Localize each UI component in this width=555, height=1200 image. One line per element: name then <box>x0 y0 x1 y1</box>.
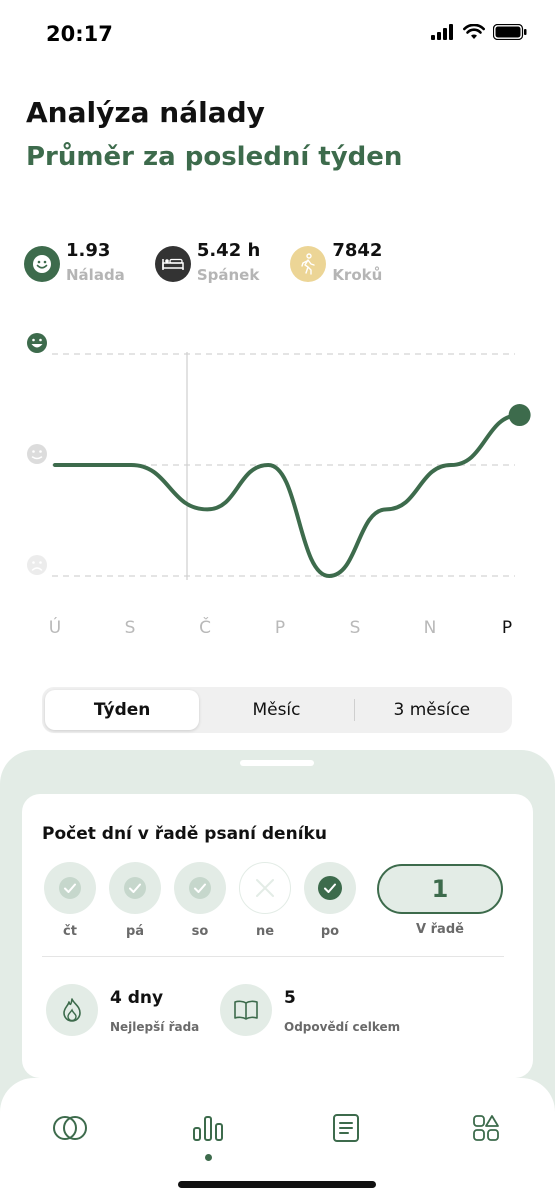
bar-chart-icon <box>193 1116 223 1141</box>
sad-face-icon <box>27 555 47 575</box>
day-label: pá <box>125 924 145 939</box>
check-icon <box>304 862 356 914</box>
status-time: 20:17 <box>46 22 113 46</box>
x-tick-label[interactable]: S <box>350 618 361 638</box>
check-icon <box>174 862 226 914</box>
mood-chart[interactable]: ÚSČPSNP <box>0 320 555 660</box>
tab-journal[interactable] <box>326 1108 366 1148</box>
journal-icon <box>333 1114 359 1142</box>
signal-icon <box>431 24 453 40</box>
journal-streak-card: Počet dní v řadě psaní deníku čt pá so n… <box>22 794 533 1078</box>
tab-more[interactable] <box>466 1108 506 1148</box>
streak-count-badge: 1 <box>377 864 503 914</box>
answers-total-stat: 5 Odpovědí celkem <box>220 984 400 1036</box>
period-month-button[interactable]: Měsíc <box>199 690 353 730</box>
home-indicator <box>178 1181 376 1188</box>
mood-level-icons <box>27 333 47 575</box>
status-bar: 20:17 <box>0 0 555 70</box>
day-label: čt <box>63 924 77 939</box>
status-icons <box>431 24 527 40</box>
page-subtitle: Průměr za poslední týden <box>26 142 403 172</box>
stat-steps-value: 7842 <box>332 240 383 261</box>
answers-total-value: 5 <box>284 988 296 1008</box>
happy-face-icon <box>27 333 47 353</box>
period-three-months-button[interactable]: 3 měsíce <box>355 690 509 730</box>
battery-icon <box>493 24 527 40</box>
journal-streak-title: Počet dní v řadě psaní deníku <box>42 824 327 844</box>
stat-sleep-label: Spánek <box>196 266 260 284</box>
mood-series-line <box>53 413 522 579</box>
day-item-ct: čt <box>42 862 98 939</box>
tab-analytics[interactable] <box>188 1108 228 1148</box>
tab-bar <box>0 1078 555 1200</box>
stat-steps: 7842 Kroků <box>290 240 382 284</box>
period-segmented-control: Týden Měsíc 3 měsíce <box>42 687 512 733</box>
page-title: Analýza nálady <box>26 96 265 129</box>
day-item-ne: ne <box>237 862 293 939</box>
stat-sleep: 5.42 h Spánek <box>154 240 261 284</box>
x-tick-label[interactable]: N <box>424 618 437 638</box>
walk-icon <box>290 246 327 282</box>
neutral-face-icon <box>27 444 47 464</box>
overlap-circles-icon <box>53 1116 87 1140</box>
check-icon <box>44 862 96 914</box>
check-icon <box>109 862 161 914</box>
missed-x-icon <box>239 862 291 914</box>
book-icon <box>220 984 272 1036</box>
summary-stats: 1.93 Nálada 5.42 h Spánek 7842 Kroků <box>24 240 412 284</box>
x-tick-label[interactable]: Č <box>199 616 211 638</box>
x-tick-label[interactable]: S <box>125 618 136 638</box>
latest-point-marker[interactable] <box>508 404 531 427</box>
sheet-drag-handle[interactable] <box>240 760 314 766</box>
day-item-po: po <box>302 862 358 939</box>
stat-mood-label: Nálada <box>66 266 125 284</box>
stat-mood-value: 1.93 <box>66 240 111 261</box>
flame-icon <box>46 984 98 1036</box>
grid-shapes-icon <box>473 1115 499 1141</box>
period-week-button[interactable]: Týden <box>45 690 200 730</box>
stat-sleep-value: 5.42 h <box>196 240 261 261</box>
day-item-pa: pá <box>107 862 163 939</box>
wifi-icon <box>463 24 485 39</box>
best-streak-label: Nejlepší řada <box>110 1020 200 1034</box>
day-item-so: so <box>172 862 228 939</box>
x-tick-label[interactable]: Ú <box>49 616 61 638</box>
smile-icon <box>24 246 60 282</box>
best-streak-stat: 4 dny Nejlepší řada <box>46 984 199 1036</box>
tab-overview[interactable] <box>50 1108 90 1148</box>
day-label: po <box>320 924 340 939</box>
x-tick-label[interactable]: P <box>275 618 285 638</box>
stat-steps-label: Kroků <box>332 266 383 284</box>
active-tab-indicator <box>205 1154 212 1161</box>
stat-mood: 1.93 Nálada <box>24 240 125 284</box>
day-label: so <box>191 924 209 939</box>
bed-icon <box>154 246 191 282</box>
answers-total-label: Odpovědí celkem <box>284 1020 401 1034</box>
streak-label: V řadě <box>416 922 464 937</box>
x-tick-label[interactable]: P <box>502 618 512 638</box>
best-streak-value: 4 dny <box>110 988 164 1008</box>
divider <box>42 956 504 957</box>
day-label: ne <box>255 924 275 939</box>
